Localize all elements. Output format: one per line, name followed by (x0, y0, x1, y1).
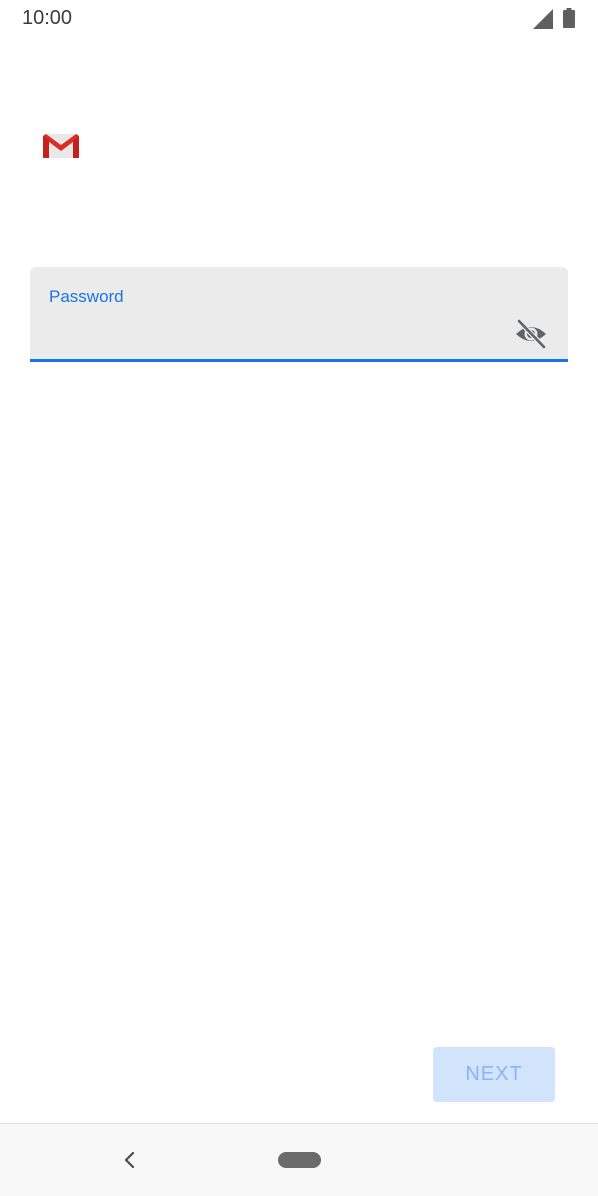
nav-back-button[interactable] (118, 1146, 142, 1174)
home-pill-icon[interactable] (278, 1152, 321, 1168)
status-time: 10:00 (22, 7, 73, 29)
visibility-off-icon (516, 319, 546, 349)
status-bar: 10:00 (0, 0, 598, 38)
gmail-logo-icon (43, 134, 79, 158)
navigation-bar (0, 1123, 598, 1196)
cellular-signal-icon (533, 9, 553, 29)
next-button[interactable]: NEXT (433, 1047, 555, 1102)
visibility-toggle-button[interactable] (512, 315, 550, 353)
password-field[interactable]: Password (30, 267, 568, 362)
password-label: Password (49, 287, 124, 306)
battery-icon (563, 8, 575, 28)
password-input[interactable] (49, 317, 509, 345)
gmail-password-screen: 10:00 Password NEXT (0, 0, 598, 1196)
back-chevron-icon (124, 1151, 135, 1169)
